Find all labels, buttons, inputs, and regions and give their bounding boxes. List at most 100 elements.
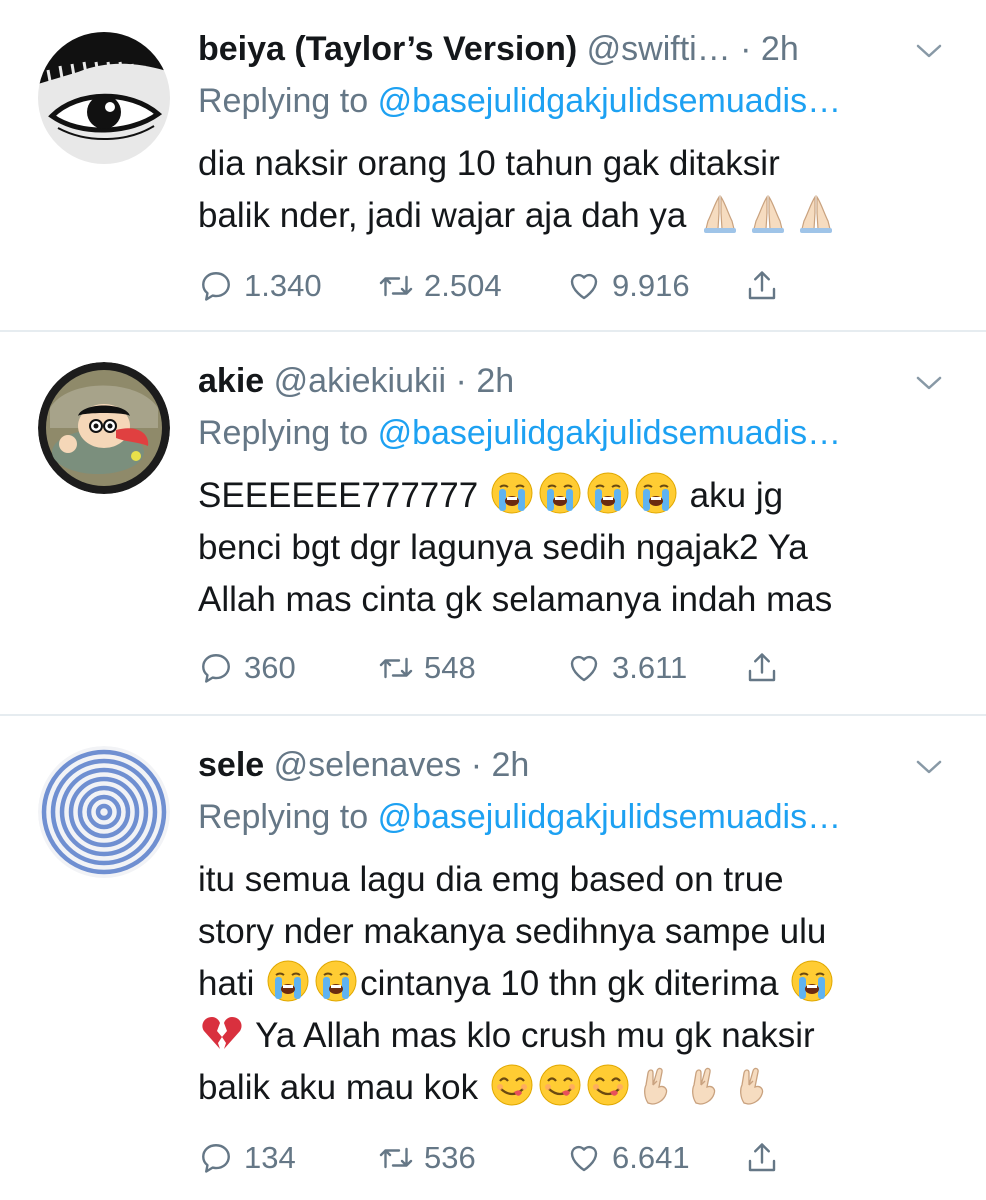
replying-to: Replying to @basejulidgakjulidsemuadis… — [198, 78, 946, 124]
tweet-text-segment: hati — [198, 964, 265, 1003]
tweet-text-segment: balik aku mau kok — [198, 1068, 488, 1107]
like-count: 3.611 — [612, 650, 688, 685]
tweet-text-line: balik aku mau kok — [198, 1062, 946, 1114]
tweet-text-line: itu semua lagu dia emg based on true — [198, 854, 946, 906]
loudly-crying-face-emoji-icon — [314, 959, 358, 1003]
reply-mention-link[interactable]: @basejulidgakjulidsemuadis… — [378, 798, 842, 836]
avatar[interactable] — [38, 32, 170, 164]
loudly-crying-face-emoji-icon — [538, 471, 582, 515]
chevron-down-icon[interactable] — [914, 36, 944, 66]
tweet-actions: 1.340 2.504 9.916 — [198, 264, 798, 308]
crossed-fingers-emoji-icon — [730, 1063, 774, 1107]
retweet-icon — [379, 275, 413, 297]
tweet-text-line: benci bgt dgr lagunya sedih ngajak2 Ya — [198, 522, 946, 574]
reply-icon — [202, 654, 230, 683]
tweet-text-segment: story nder makanya sedihnya sampe ulu — [198, 912, 827, 951]
tweet-actions: 360 548 3.611 — [198, 646, 798, 690]
tweet-text: dia naksir orang 10 tahun gak ditaksir ba… — [198, 138, 946, 242]
tweet-text-line: dia naksir orang 10 tahun gak ditaksir — [198, 138, 946, 190]
tweet-text-segment: dia naksir orang 10 tahun gak ditaksir — [198, 144, 780, 183]
handle-and-time: @selenaves · 2h — [273, 746, 530, 784]
tweet-text-line: Ya Allah mas klo crush mu gk naksir — [198, 1010, 946, 1062]
share-icon — [748, 653, 776, 682]
chevron-down-icon[interactable] — [914, 752, 944, 782]
eye-drawing-icon — [38, 32, 170, 164]
tweet-text-segment: cintanya 10 thn gk diterima — [360, 964, 789, 1003]
loudly-crying-face-emoji-icon — [490, 471, 534, 515]
reply-icon — [202, 272, 230, 301]
replying-to-label: Replying to — [198, 82, 369, 120]
cartoon-character-icon — [38, 362, 170, 494]
tweet-text-line: SEEEEEE777777 aku jg — [198, 470, 946, 522]
like-button[interactable]: 3.611 — [566, 646, 687, 690]
retweet-count: 548 — [424, 650, 476, 685]
reply-mention-link[interactable]: @basejulidgakjulidsemuadis… — [378, 414, 842, 452]
tweet-text-segment: balik nder, jadi wajar aja dah ya — [198, 196, 697, 235]
face-savoring-food-emoji-icon — [490, 1063, 534, 1107]
replying-to: Replying to @basejulidgakjulidsemuadis… — [198, 410, 946, 456]
heart-icon — [570, 273, 598, 300]
reply-mention-link[interactable]: @basejulidgakjulidsemuadis… — [378, 82, 842, 120]
chevron-down-icon[interactable] — [914, 368, 944, 398]
reply-count: 1.340 — [244, 268, 322, 303]
display-name[interactable]: sele — [198, 746, 264, 784]
tweet-text-line: hati cintanya 10 thn gk diterima — [198, 958, 946, 1010]
share-button[interactable] — [744, 264, 790, 308]
retweet-button[interactable]: 2.504 — [378, 264, 502, 308]
loudly-crying-face-emoji-icon — [790, 959, 834, 1003]
tweet-1[interactable]: beiya (Taylor’s Version) @swifti… · 2h R… — [0, 0, 986, 330]
face-savoring-food-emoji-icon — [538, 1063, 582, 1107]
retweet-count: 536 — [424, 1140, 476, 1175]
tweet-text-line: Allah mas cinta gk selamanya indah mas — [198, 574, 946, 626]
reply-icon — [202, 1144, 230, 1173]
avatar[interactable] — [38, 746, 170, 878]
share-icon — [748, 1143, 776, 1172]
retweet-count: 2.504 — [424, 268, 502, 303]
reply-count: 134 — [244, 1140, 296, 1175]
reply-button[interactable]: 360 — [198, 646, 296, 690]
broken-heart-emoji-icon — [200, 1011, 244, 1055]
retweet-icon — [379, 1147, 413, 1169]
tweet-text-segment: Ya Allah mas klo crush mu gk naksir — [246, 1016, 815, 1055]
tweet-header: sele @selenaves · 2h — [198, 742, 922, 788]
heart-icon — [570, 655, 598, 682]
loudly-crying-face-emoji-icon — [586, 471, 630, 515]
face-savoring-food-emoji-icon — [586, 1063, 630, 1107]
folded-hands-emoji-icon — [794, 191, 838, 235]
replying-to: Replying to @basejulidgakjulidsemuadis… — [198, 794, 946, 840]
folded-hands-emoji-icon — [746, 191, 790, 235]
loudly-crying-face-emoji-icon — [266, 959, 310, 1003]
crossed-fingers-emoji-icon — [634, 1063, 678, 1107]
tweet-text: SEEEEEE777777 aku jg benci bgt dgr laguny… — [198, 470, 946, 626]
tweet-header: beiya (Taylor’s Version) @swifti… · 2h — [198, 26, 922, 72]
share-button[interactable] — [744, 646, 790, 690]
retweet-icon — [379, 657, 413, 679]
share-icon — [748, 271, 776, 300]
display-name[interactable]: beiya (Taylor’s Version) — [198, 30, 577, 68]
like-button[interactable]: 9.916 — [566, 264, 690, 308]
handle-and-time: @swifti… · 2h — [586, 30, 799, 68]
avatar[interactable] — [38, 362, 170, 494]
handle-and-time: @akiekiukii · 2h — [273, 362, 515, 400]
tweet-text-segment: benci bgt dgr lagunya sedih ngajak2 Ya — [198, 528, 808, 567]
retweet-button[interactable]: 548 — [378, 646, 476, 690]
tweet-text-segment: itu semua lagu dia emg based on true — [198, 860, 784, 899]
tweet-actions: 134 536 6.641 — [198, 1136, 798, 1180]
crossed-fingers-emoji-icon — [682, 1063, 726, 1107]
tweet-text-segment: SEEEEEE777777 — [198, 476, 488, 515]
blue-spiral-icon — [38, 746, 170, 878]
tweet-text-segment: Allah mas cinta gk selamanya indah mas — [198, 580, 833, 619]
tweet-2[interactable]: akie @akiekiukii · 2h Replying to @basej… — [0, 332, 986, 714]
tweet-text-segment: aku jg — [679, 476, 784, 515]
replying-to-label: Replying to — [198, 798, 369, 836]
tweet-text-line: story nder makanya sedihnya sampe ulu — [198, 906, 946, 958]
display-name[interactable]: akie — [198, 362, 264, 400]
like-count: 9.916 — [612, 268, 690, 303]
tweet-3[interactable]: sele @selenaves · 2h Replying to @baseju… — [0, 716, 986, 1200]
share-button[interactable] — [744, 1136, 790, 1180]
like-button[interactable]: 6.641 — [566, 1136, 690, 1180]
reply-button[interactable]: 134 — [198, 1136, 296, 1180]
reply-button[interactable]: 1.340 — [198, 264, 322, 308]
reply-count: 360 — [244, 650, 296, 685]
retweet-button[interactable]: 536 — [378, 1136, 476, 1180]
